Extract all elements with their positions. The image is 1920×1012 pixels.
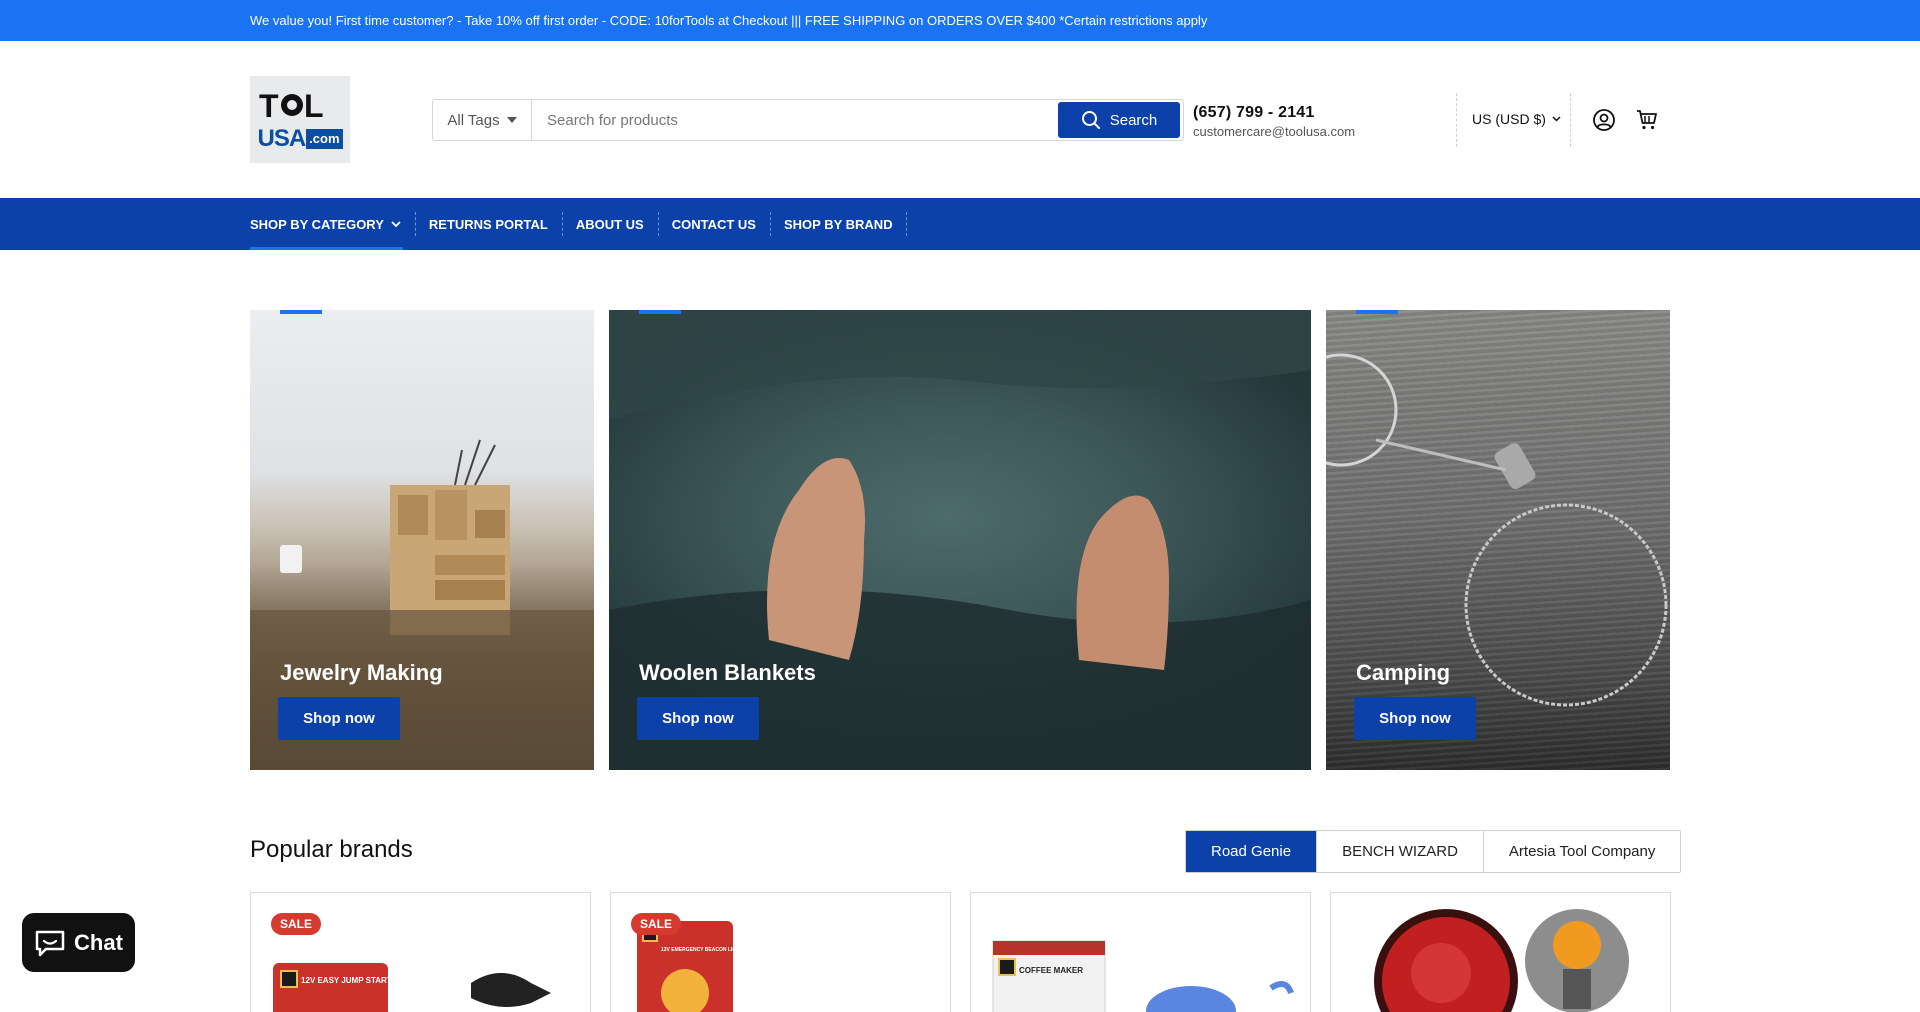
logo-tool-text: T L: [259, 88, 341, 125]
search-button-label: Search: [1109, 111, 1158, 129]
svg-text:L: L: [304, 89, 323, 121]
caret-down-icon: [506, 117, 517, 123]
svg-text:T: T: [259, 89, 279, 121]
shop-now-button[interactable]: Shop now: [1354, 697, 1476, 740]
coffee-maker-image: COFFEE MAKER: [992, 940, 1294, 1012]
tab-artesia-tool-company[interactable]: Artesia Tool Company: [1482, 831, 1680, 872]
contact-email[interactable]: customercare@toolusa.com: [1193, 124, 1355, 139]
hero-card-woolen-blankets[interactable]: Woolen Blankets Shop now: [609, 310, 1311, 770]
tab-road-genie[interactable]: Road Genie: [1186, 831, 1317, 872]
cart-icon: [1637, 110, 1657, 130]
hero-card-title: Camping: [1356, 660, 1451, 685]
nav-returns-portal[interactable]: RETURNS PORTAL: [414, 198, 562, 250]
logo-usa-line: USA .com: [257, 124, 343, 152]
currency-label: US (USD $): [1472, 111, 1546, 127]
product-card[interactable]: COFFEE MAKER: [970, 892, 1311, 1012]
product-card[interactable]: 12V EMERGENCY BEACON LIGHT SALE: [610, 892, 951, 1012]
chat-button[interactable]: Chat: [22, 913, 135, 972]
product-label: 12V EASY JUMP START: [301, 976, 392, 985]
search-button[interactable]: Search: [1058, 102, 1180, 138]
nav-item-label: CONTACT US: [671, 216, 756, 232]
hero-card-jewelry-making[interactable]: Jewelry Making Shop now: [250, 310, 594, 770]
header-divider: [1456, 93, 1457, 147]
main-nav: SHOP BY CATEGORY RETURNS PORTAL ABOUT US…: [0, 198, 1920, 250]
search-bar: All Tags Search: [432, 99, 1184, 141]
warning-lights-image: [1374, 909, 1629, 1012]
site-logo[interactable]: T L USA .com: [250, 76, 350, 163]
sale-badge: SALE: [631, 913, 682, 935]
tags-dropdown-label: All Tags: [447, 111, 500, 129]
chat-bubble-icon: [35, 930, 65, 956]
product-card[interactable]: [1330, 892, 1671, 1012]
product-label: 12V EMERGENCY BEACON LIGHT: [661, 947, 743, 953]
tags-dropdown[interactable]: All Tags: [433, 100, 532, 140]
popular-brands-title: Popular brands: [250, 836, 413, 863]
search-icon: [1081, 111, 1100, 129]
sale-badge: SALE: [271, 913, 322, 935]
announcement-bar: We value you! First time customer? - Tak…: [0, 0, 1920, 41]
chevron-down-icon: [391, 220, 401, 227]
nav-about-us[interactable]: ABOUT US: [561, 198, 658, 250]
brand-tabs: Road Genie BENCH WIZARD Artesia Tool Com…: [1185, 830, 1682, 873]
chevron-down-icon: [1552, 116, 1561, 122]
header-divider: [1570, 93, 1571, 147]
user-icon: [1593, 109, 1615, 131]
nav-item-label: SHOP BY CATEGORY: [250, 216, 384, 232]
logo-com: .com: [306, 128, 343, 149]
announcement-text: We value you! First time customer? - Tak…: [250, 13, 1208, 28]
chat-button-label: Chat: [74, 929, 123, 955]
hero-card-camping[interactable]: Camping Shop now: [1326, 310, 1670, 770]
nav-item-label: SHOP BY BRAND: [783, 216, 893, 232]
card-accent: [280, 310, 322, 314]
hero-card-title: Woolen Blankets: [639, 660, 816, 685]
tab-bench-wizard[interactable]: BENCH WIZARD: [1316, 831, 1483, 872]
site-header: T L USA .com All Tags Search (657) 799 -…: [0, 41, 1920, 198]
nav-shop-by-category[interactable]: SHOP BY CATEGORY: [250, 198, 415, 250]
contact-phone[interactable]: (657) 799 - 2141: [1193, 104, 1355, 122]
product-label: COFFEE MAKER: [1019, 966, 1083, 975]
nav-item-label: ABOUT US: [575, 216, 644, 232]
jump-starter-image: 12V EASY JUMP START: [273, 963, 551, 1012]
currency-selector[interactable]: US (USD $): [1472, 111, 1561, 127]
logo-usa: USA: [257, 124, 306, 152]
shop-now-button[interactable]: Shop now: [278, 697, 400, 740]
cart-button[interactable]: [1634, 107, 1660, 133]
shop-now-button[interactable]: Shop now: [637, 697, 759, 740]
nav-item-label: RETURNS PORTAL: [428, 216, 548, 232]
nav-shop-by-brand[interactable]: SHOP BY BRAND: [769, 198, 907, 250]
contact-info: (657) 799 - 2141 customercare@toolusa.co…: [1193, 104, 1355, 139]
nav-contact-us[interactable]: CONTACT US: [657, 198, 770, 250]
product-card[interactable]: 12V EASY JUMP START SALE: [250, 892, 591, 1012]
account-button[interactable]: [1591, 107, 1617, 133]
logo-tool-mark: T L: [259, 88, 324, 124]
hero-card-title: Jewelry Making: [280, 660, 443, 685]
card-accent: [1356, 310, 1398, 314]
beacon-light-image: 12V EMERGENCY BEACON LIGHT: [637, 921, 743, 1012]
card-accent: [639, 310, 681, 314]
search-input[interactable]: [532, 100, 1058, 140]
